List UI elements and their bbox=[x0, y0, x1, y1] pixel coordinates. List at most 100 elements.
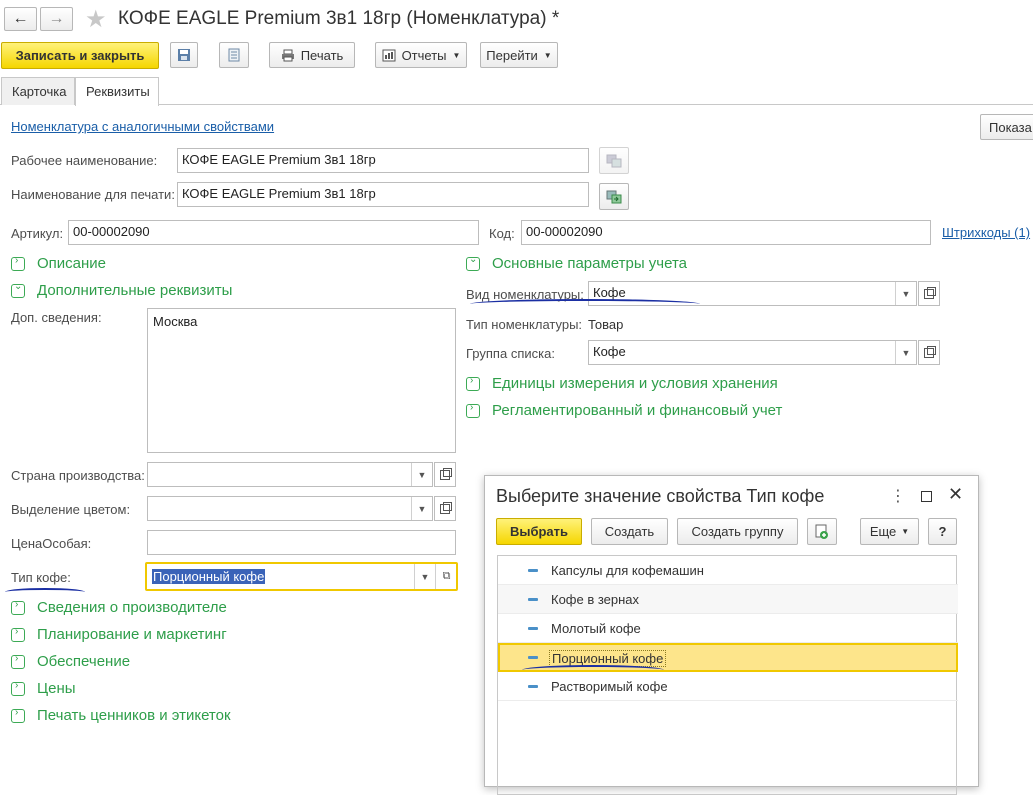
window-title: КОФЕ EAGLE Premium 3в1 18гр (Номенклатур… bbox=[118, 8, 560, 29]
dropdown-arrow-icon[interactable]: ▼ bbox=[895, 282, 916, 305]
group-additional-label: Дополнительные реквизиты bbox=[37, 282, 233, 299]
group-planning-label: Планирование и маркетинг bbox=[37, 626, 227, 643]
list-group-select[interactable]: Кофе ▼ bbox=[588, 340, 917, 365]
group-regulated[interactable]: › Регламентированный и финансовый учет bbox=[466, 402, 782, 419]
list-item[interactable]: Капсулы для кофемашин bbox=[498, 556, 958, 585]
code-field[interactable]: 00-00002090 bbox=[521, 220, 931, 245]
type-value: Товар bbox=[588, 317, 624, 332]
item-icon bbox=[528, 627, 538, 630]
group-planning[interactable]: › Планирование и маркетинг bbox=[11, 626, 227, 643]
arrow-left-icon: ← bbox=[12, 10, 29, 27]
group-additional[interactable]: ⌄ Дополнительные реквизиты bbox=[11, 281, 233, 299]
printer-icon bbox=[281, 49, 294, 61]
add-copy-icon bbox=[815, 524, 828, 539]
collapse-icon: ⌄ bbox=[11, 281, 25, 298]
list-item[interactable]: Кофе в зернах bbox=[498, 585, 958, 614]
copy-name-button[interactable] bbox=[599, 147, 629, 174]
select-value-dialog: Выберите значение свойства Тип кофе ⋮ ✕ … bbox=[484, 475, 979, 795]
barcodes-link[interactable]: Штрихкоды (1) bbox=[942, 225, 1030, 240]
color-label: Выделение цветом: bbox=[11, 502, 131, 517]
collapse-icon: ⌄ bbox=[466, 254, 480, 271]
print-name-field[interactable]: КОФЕ EAGLE Premium 3в1 18гр bbox=[177, 182, 589, 207]
group-regulated-label: Регламентированный и финансовый учет bbox=[492, 402, 783, 419]
country-open-button[interactable] bbox=[434, 462, 456, 487]
group-manufacturer[interactable]: › Сведения о производителе bbox=[11, 599, 227, 616]
group-units[interactable]: › Единицы измерения и условия хранения bbox=[466, 375, 778, 392]
group-description-label: Описание bbox=[37, 255, 107, 272]
group-supply[interactable]: › Обеспечение bbox=[11, 653, 130, 670]
arrow-right-icon: → bbox=[48, 10, 65, 27]
back-button[interactable]: ← bbox=[4, 7, 37, 31]
type-label: Тип номенклатуры: bbox=[466, 317, 583, 332]
expand-icon: › bbox=[11, 255, 25, 271]
maximize-icon[interactable] bbox=[921, 491, 932, 502]
group-main-params[interactable]: ⌄ Основные параметры учета bbox=[466, 254, 688, 272]
post-button[interactable] bbox=[219, 42, 249, 68]
goto-label: Перейти bbox=[486, 47, 538, 63]
dropdown-arrow-icon: ▼ bbox=[452, 50, 461, 60]
save-close-button[interactable]: Записать и закрыть bbox=[1, 42, 159, 69]
dropdown-arrow-icon[interactable]: ▼ bbox=[895, 341, 916, 364]
tab-requisites[interactable]: Реквизиты bbox=[75, 77, 159, 106]
create-button[interactable]: Создать bbox=[591, 518, 668, 545]
dropdown-arrow-icon[interactable]: ▼ bbox=[411, 497, 432, 520]
group-prices[interactable]: › Цены bbox=[11, 680, 76, 697]
floppy-icon bbox=[178, 49, 190, 61]
color-select[interactable]: ▼ bbox=[147, 496, 433, 521]
print-button[interactable]: Печать bbox=[269, 42, 355, 68]
open-icon[interactable]: ⧉ bbox=[435, 564, 457, 589]
select-button[interactable]: Выбрать bbox=[496, 518, 582, 545]
dropdown-arrow-icon: ▼ bbox=[901, 527, 910, 536]
group-description[interactable]: › Описание bbox=[11, 255, 106, 272]
reports-button[interactable]: Отчеты ▼ bbox=[375, 42, 467, 68]
expand-icon: › bbox=[11, 599, 25, 615]
item-icon bbox=[528, 656, 538, 659]
dialog-title: Выберите значение свойства Тип кофе bbox=[496, 486, 825, 506]
document-icon bbox=[228, 48, 240, 62]
group-labels[interactable]: › Печать ценников и этикеток bbox=[11, 707, 231, 724]
close-icon[interactable]: ✕ bbox=[948, 484, 963, 505]
favorite-star-icon[interactable]: ★ bbox=[85, 5, 107, 34]
group-labels-label: Печать ценников и этикеток bbox=[37, 707, 231, 724]
kind-open-button[interactable] bbox=[918, 281, 940, 306]
tab-card[interactable]: Карточка bbox=[1, 77, 75, 105]
work-name-field[interactable]: КОФЕ EAGLE Premium 3в1 18гр bbox=[177, 148, 589, 173]
article-field[interactable]: 00-00002090 bbox=[68, 220, 479, 245]
list-item-label: Молотый кофе bbox=[551, 621, 641, 636]
more-label: Еще bbox=[869, 524, 897, 539]
list-item-label: Кофе в зернах bbox=[551, 592, 640, 607]
print-label: Печать bbox=[300, 47, 344, 63]
goto-button[interactable]: Перейти ▼ bbox=[480, 42, 558, 68]
copy-item-button[interactable] bbox=[807, 518, 837, 545]
show-label: Показа bbox=[989, 119, 1032, 135]
dop-info-textarea[interactable]: Москва bbox=[147, 308, 456, 453]
create-group-button[interactable]: Создать группу bbox=[677, 518, 798, 545]
forward-button[interactable]: → bbox=[40, 7, 73, 31]
more-vertical-icon[interactable]: ⋮ bbox=[890, 486, 906, 506]
pen-underline-coffee-type bbox=[5, 588, 85, 596]
group-supply-label: Обеспечение bbox=[37, 653, 131, 670]
price-special-field[interactable] bbox=[147, 530, 456, 555]
print-name-label: Наименование для печати: bbox=[11, 187, 175, 202]
expand-icon: › bbox=[466, 402, 480, 418]
save-button[interactable] bbox=[170, 42, 198, 68]
pen-underline-selected-item bbox=[522, 665, 664, 675]
list-item[interactable]: Молотый кофе bbox=[498, 614, 958, 643]
article-label: Артикул: bbox=[11, 226, 64, 241]
copy-icon bbox=[606, 154, 622, 167]
list-group-open-button[interactable] bbox=[918, 340, 940, 365]
color-open-button[interactable] bbox=[434, 496, 456, 521]
show-button[interactable]: Показа bbox=[980, 114, 1033, 140]
list-item[interactable]: Растворимый кофе bbox=[498, 672, 958, 701]
help-button[interactable]: ? bbox=[928, 518, 957, 545]
dropdown-arrow-icon[interactable]: ▼ bbox=[411, 463, 432, 486]
similar-properties-link[interactable]: Номенклатура с аналогичными свойствами bbox=[11, 119, 274, 134]
dropdown-arrow-icon[interactable]: ▼ bbox=[414, 564, 435, 589]
more-button[interactable]: Еще ▼ bbox=[860, 518, 919, 545]
dropdown-arrow-icon: ▼ bbox=[543, 50, 552, 60]
expand-icon: › bbox=[466, 375, 480, 391]
coffee-type-field-frame[interactable]: Порционный кофе ▼ ⧉ bbox=[145, 562, 458, 591]
group-main-params-label: Основные параметры учета bbox=[492, 255, 688, 272]
copy-print-name-button[interactable] bbox=[599, 183, 629, 210]
country-select[interactable]: ▼ bbox=[147, 462, 433, 487]
